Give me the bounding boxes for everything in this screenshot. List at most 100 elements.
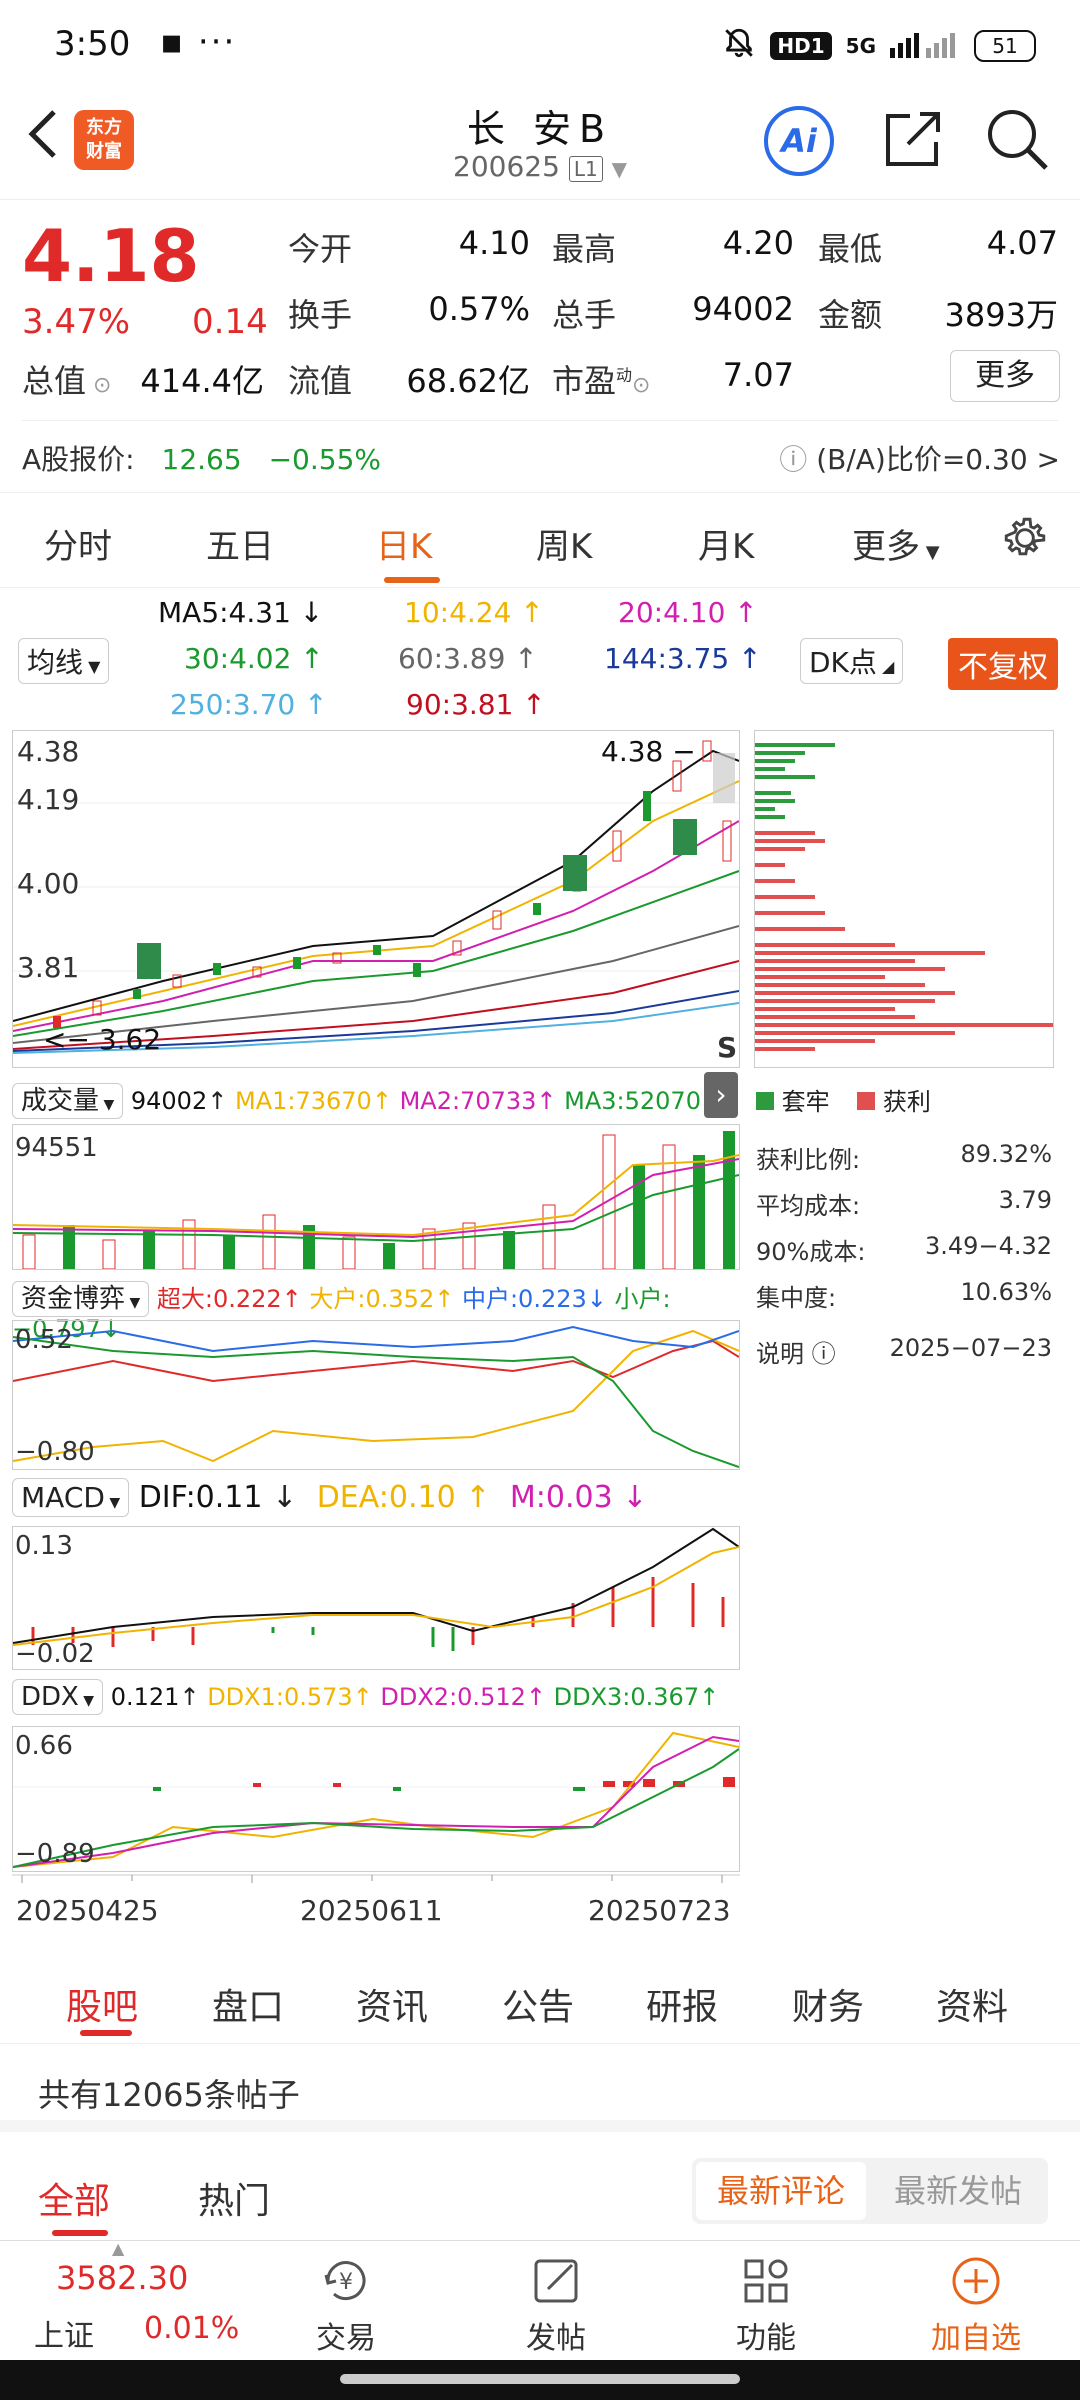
volume-ma2: MA2:70733 [399, 1087, 537, 1115]
macd-chart[interactable]: 0.13 −0.02 [12, 1526, 740, 1670]
level-badge: L1 [568, 156, 603, 182]
tab-research[interactable]: 研报 [646, 1978, 718, 2030]
ddx-y-top: 0.66 [15, 1731, 73, 1761]
chip-stat-label: 平均成本: [756, 1192, 861, 1220]
kline-chart[interactable]: 4.38 4.19 4.00 3.81 <− 3.62 4.38 − S [12, 730, 740, 1068]
chip-stat-label: 90%成本: [756, 1238, 866, 1266]
share-icon[interactable] [880, 106, 946, 176]
tab-pankou[interactable]: 盘口 [212, 1978, 284, 2030]
tab-intraday[interactable]: 分时 [44, 519, 112, 568]
ddx-chart[interactable]: 0.66 −0.89 [12, 1726, 740, 1872]
tab-news[interactable]: 资讯 [356, 1978, 428, 2030]
ddx-selector[interactable]: DDX ▼ [12, 1679, 104, 1715]
pe-value: 7.07 [722, 356, 794, 394]
function-label[interactable]: 功能 [686, 2313, 846, 2357]
grid-function-icon[interactable] [686, 2253, 846, 2313]
volume-legend: 成交量 ▼ 94002↑ MA1:73670↑ MA2:70733↑ MA3:5… [12, 1080, 732, 1119]
volume-value: 94002 [692, 290, 794, 328]
ai-button[interactable]: Ai [764, 106, 834, 176]
index-name: 上证 [34, 2319, 94, 2354]
index-pct: 0.01% [144, 2311, 240, 2346]
x-date-end: 20250723 [588, 1894, 731, 1927]
volume-selector[interactable]: 成交量 ▼ [12, 1083, 124, 1119]
tab-weekly-k[interactable]: 周K [536, 519, 592, 568]
trade-label[interactable]: 交易 [266, 2313, 426, 2357]
tab-monthly-k[interactable]: 月K [698, 519, 754, 568]
chip-stat-value: 3.49−4.32 [925, 1232, 1052, 1260]
ddx3-line [12, 1748, 740, 1868]
amount-value: 3893万 [944, 296, 1058, 334]
tab-more[interactable]: 更多 ▼ [852, 519, 940, 568]
status-icons: HD1 5G 51 [722, 26, 1036, 66]
macd-m: M:0.03 [509, 1480, 613, 1515]
volume-ma2-line [12, 1158, 740, 1239]
ma144-value: 144:3.75 ↑ [604, 642, 762, 675]
kline-y-4: 3.81 [17, 951, 80, 984]
volume-chart[interactable]: 94551 [12, 1124, 740, 1270]
fund-flow-chart[interactable]: 0.52 −0.80 [12, 1320, 740, 1470]
ddx2-line [12, 1735, 740, 1868]
tab-guba[interactable]: 股吧 [66, 1978, 138, 2030]
x-date-start: 20250425 [16, 1894, 159, 1927]
add-watchlist-icon[interactable] [896, 2253, 1056, 2313]
section-gap [0, 2120, 1080, 2132]
more-button[interactable]: 更多 [950, 350, 1060, 402]
macd-selector[interactable]: MACD ▼ [12, 1478, 130, 1517]
home-indicator[interactable] [340, 2374, 740, 2384]
kline-high-marker: 4.38 − [601, 735, 696, 768]
fund-y-top: 0.52 [15, 1325, 73, 1355]
ma-selector[interactable]: 均线 ▼ [18, 638, 110, 684]
expand-chevron-right-icon[interactable]: › [704, 1072, 738, 1118]
ddx-value: 0.121 [110, 1683, 180, 1711]
ma60-value: 60:3.89 ↑ [398, 642, 538, 675]
change-amount: 0.14 [192, 302, 268, 342]
fund-y-bottom: −0.80 [15, 1437, 95, 1467]
filter-active-indicator [52, 2230, 108, 2236]
tab-finance[interactable]: 财务 [792, 1978, 864, 2030]
mute-bell-icon [722, 26, 756, 66]
ma10-value: 10:4.24 ↑ [404, 596, 544, 629]
index-value[interactable]: 3582.30 [56, 2259, 188, 2297]
battery-icon: 51 [974, 30, 1036, 62]
ddx-svg [12, 1731, 740, 1868]
sort-latest-comment[interactable]: 最新评论 [696, 2162, 866, 2220]
gear-icon[interactable] [1000, 513, 1050, 567]
tab-profile[interactable]: 资料 [936, 1978, 1008, 2030]
sort-latest-post[interactable]: 最新发帖 [872, 2162, 1044, 2220]
chip-stat-value: 89.32% [960, 1140, 1052, 1168]
no-adjust-button[interactable]: 不复权 [948, 638, 1058, 690]
search-icon[interactable] [984, 106, 1050, 176]
a-share-quote[interactable]: A股报价: 12.65 −0.55% [22, 438, 381, 478]
dk-point-selector[interactable]: DK点 ◢ [800, 638, 904, 684]
tab-daily-k[interactable]: 日K [376, 519, 432, 568]
trapped-label: 套牢 [781, 1088, 830, 1116]
macd-legend: MACD ▼ DIF:0.11 ↓ DEA:0.10 ↑ M:0.03 ↓ [12, 1478, 742, 1517]
tab-five-day[interactable]: 五日 [206, 519, 274, 568]
ddx-legend: DDX ▼ 0.121↑ DDX1:0.573↑ DDX2:0.512↑ DDX… [12, 1679, 742, 1715]
ddx2-value: DDX2:0.512 [380, 1683, 526, 1711]
filter-hot[interactable]: 热门 [198, 2172, 270, 2224]
super-large-line [12, 1339, 740, 1383]
tab-announcements[interactable]: 公告 [502, 1978, 574, 2030]
chip-note[interactable]: 说明 ⓘ [756, 1334, 836, 1369]
fund-flow-selector[interactable]: 资金博弈 ▼ [12, 1281, 150, 1317]
index-up-arrow: ▲ [112, 2239, 125, 2258]
chip-stat-value: 10.63% [960, 1278, 1052, 1306]
kline-y-top: 4.38 [17, 735, 80, 768]
add-watchlist-label[interactable]: 加自选 [896, 2313, 1056, 2357]
sort-toggle: 最新评论 最新发帖 [692, 2158, 1048, 2224]
float-value: 68.62亿 [406, 362, 530, 400]
trade-icon[interactable]: ¥ [266, 2253, 426, 2313]
chip-stat-value: 3.79 [998, 1186, 1052, 1214]
a-share-label: A股报价: [22, 443, 135, 476]
chip-distribution-chart[interactable] [754, 730, 1054, 1068]
post-label[interactable]: 发帖 [476, 2313, 636, 2357]
volume-y-top: 94551 [15, 1133, 98, 1163]
filter-all[interactable]: 全部 [38, 2172, 110, 2224]
edit-post-icon[interactable] [476, 2253, 636, 2313]
amount-label: 金额 [818, 296, 883, 334]
candles [53, 740, 732, 1028]
ba-ratio[interactable]: ⓘ (B/A)比价=0.30 > [779, 438, 1060, 478]
turnover-label: 换手 [288, 296, 353, 334]
volume-bars [22, 1131, 735, 1270]
